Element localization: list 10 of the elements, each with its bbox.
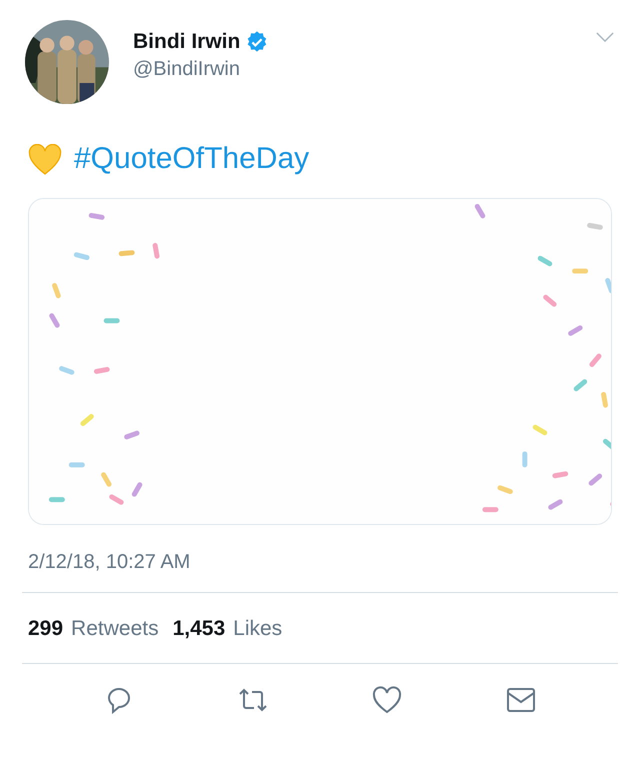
author-handle[interactable]: @BindiIrwin xyxy=(133,58,268,80)
tweet-timestamp: 2/12/18, 10:27 AM xyxy=(28,551,192,574)
stat-label[interactable]: Likes xyxy=(233,617,282,641)
stat-label[interactable]: Retweets xyxy=(71,617,159,641)
hashtag-link[interactable]: #QuoteOfTheDay xyxy=(74,142,310,176)
author-name[interactable]: Bindi Irwin xyxy=(133,30,240,54)
heart-emoji-icon xyxy=(28,144,62,174)
stat-count: 1,453 xyxy=(172,617,226,641)
stat-count: 299 xyxy=(28,617,64,641)
heart-icon[interactable] xyxy=(371,684,403,716)
